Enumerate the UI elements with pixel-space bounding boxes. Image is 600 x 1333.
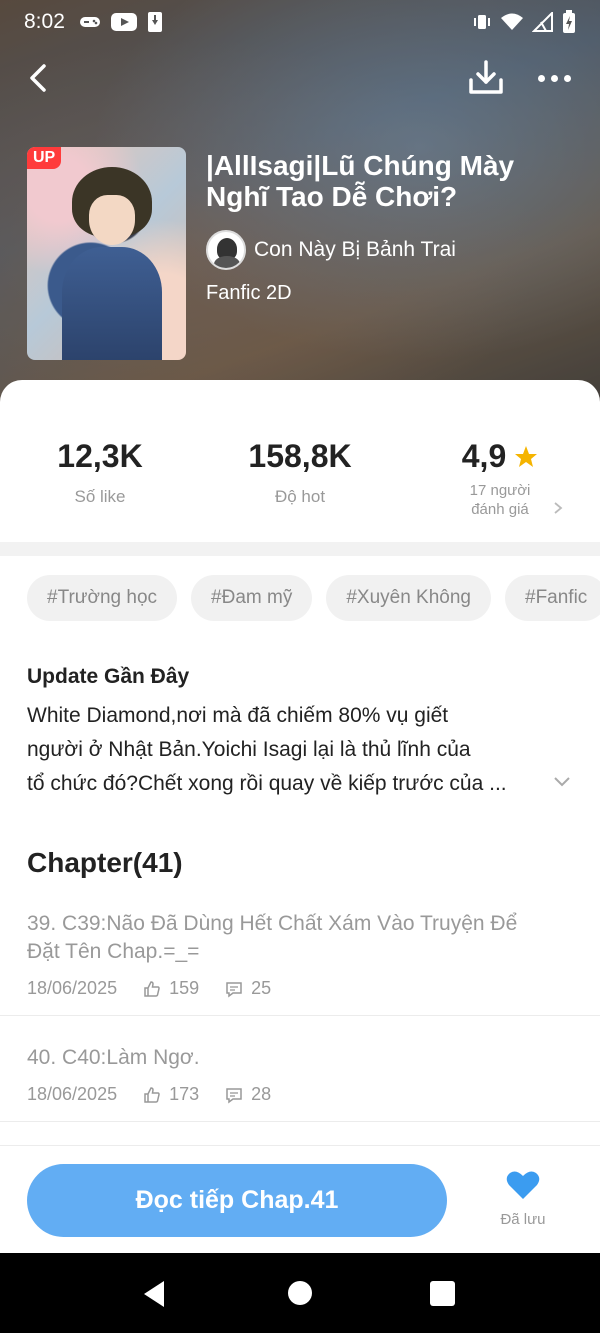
youtube-icon	[110, 13, 137, 31]
nav-back-icon[interactable]	[142, 1280, 166, 1308]
tag-chip[interactable]: #Xuyên Không	[326, 575, 491, 621]
update-description[interactable]: White Diamond,nơi mà đã chiếm 80% vụ giế…	[27, 699, 547, 801]
saved-button[interactable]: Đã lưu	[490, 1170, 556, 1228]
chapter-comments: 28	[251, 1084, 272, 1104]
chapter-item[interactable]: 40. C40:Làm Ngơ. 18/06/2025 173 28	[0, 1044, 600, 1122]
status-time: 8:02	[24, 10, 65, 33]
wifi-icon	[501, 13, 523, 30]
vibrate-icon	[474, 15, 490, 29]
nav-recents-icon[interactable]	[430, 1281, 455, 1306]
author-name[interactable]: Con Này Bị Bảnh Trai	[254, 238, 456, 262]
likes-label: Số like	[74, 487, 126, 506]
chevron-right-icon[interactable]	[552, 501, 564, 515]
author-avatar[interactable]	[206, 230, 246, 270]
chapter-count-heading: Chapter(41)	[27, 847, 183, 878]
rating-count-label: 17 người	[469, 482, 531, 499]
chapter-date: 18/06/2025	[27, 978, 118, 998]
detail-sheet: 12,3K Số like 158,8K Độ hot 4,9 17 người…	[0, 380, 600, 1253]
chevron-down-icon[interactable]	[552, 775, 572, 789]
stat-likes: 12,3K Số like	[40, 438, 160, 507]
stat-rating[interactable]: 4,9 17 người đánh giá	[440, 438, 560, 519]
chapter-item[interactable]: 39. C39:Não Đã Dùng Hết Chất Xám Vào Tru…	[0, 910, 600, 1016]
chapter-title: 40. C40:Làm Ngơ.	[27, 1046, 200, 1069]
book-genre[interactable]: Fanfic 2D	[206, 282, 292, 305]
update-badge: UP	[27, 147, 62, 169]
description-line: người ở Nhật Bản.Yoichi Isagi lại là thủ…	[27, 738, 471, 761]
thumbs-up-icon	[144, 1086, 160, 1103]
nav-home-icon[interactable]	[288, 1281, 312, 1305]
rating-label: đánh giá	[471, 501, 529, 518]
chapter-meta: 18/06/2025 159 25	[27, 978, 600, 999]
update-title: Update Gần Đây	[27, 665, 190, 688]
hot-label: Độ hot	[274, 487, 326, 506]
stats-row: 12,3K Số like 158,8K Độ hot 4,9 17 người…	[0, 380, 600, 540]
section-divider	[0, 542, 600, 556]
chapter-comments: 25	[251, 978, 272, 998]
thumbs-up-icon	[144, 980, 160, 997]
tag-chip[interactable]: #Trường học	[27, 575, 178, 621]
book-title: |AllIsagi|Lũ Chúng Mày Nghĩ Tao Dễ Chơi?	[206, 150, 515, 212]
tag-list: #Trường học #Đam mỹ #Xuyên Không #Fanfic	[27, 575, 600, 621]
description-line: White Diamond,nơi mà đã chiếm 80% vụ giế…	[27, 704, 449, 727]
chapter-likes: 173	[169, 1084, 200, 1104]
bottom-action-bar: Đọc tiếp Chap.41 Đã lưu	[0, 1145, 600, 1253]
hot-count: 158,8K	[248, 438, 352, 474]
author-row[interactable]: Con Này Bị Bảnh Trai	[206, 230, 456, 270]
tag-chip[interactable]: #Fanfic	[505, 575, 600, 621]
comment-icon	[226, 981, 242, 997]
description-line: tổ chức đó?Chết xong rồi quay về kiếp tr…	[27, 772, 507, 795]
comment-icon	[226, 1087, 242, 1103]
more-options-icon[interactable]	[534, 64, 574, 92]
chapter-date: 18/06/2025	[27, 1084, 118, 1104]
system-nav-bar	[0, 1253, 600, 1333]
signal-icon	[532, 12, 553, 32]
saved-label: Đã lưu	[500, 1211, 546, 1228]
download-status-icon	[147, 12, 162, 32]
battery-icon	[563, 10, 575, 33]
status-bar: 8:02	[0, 0, 600, 44]
chapter-likes: 159	[169, 978, 200, 998]
chapter-meta: 18/06/2025 173 28	[27, 1084, 600, 1105]
rating-value: 4,9	[461, 438, 507, 474]
back-arrow-icon[interactable]	[22, 60, 58, 96]
stat-hot: 158,8K Độ hot	[230, 438, 370, 507]
gamepad-icon	[79, 17, 100, 27]
download-icon[interactable]	[466, 58, 506, 98]
tag-chip[interactable]: #Đam mỹ	[191, 575, 313, 621]
book-cover	[27, 147, 186, 360]
likes-count: 12,3K	[57, 438, 143, 474]
star-icon	[515, 445, 538, 467]
chapter-title: 39. C39:Não Đã Dùng Hết Chất Xám Vào Tru…	[27, 912, 518, 963]
continue-reading-button[interactable]: Đọc tiếp Chap.41	[27, 1164, 447, 1237]
heart-icon	[506, 1171, 540, 1199]
top-bar	[0, 56, 600, 100]
